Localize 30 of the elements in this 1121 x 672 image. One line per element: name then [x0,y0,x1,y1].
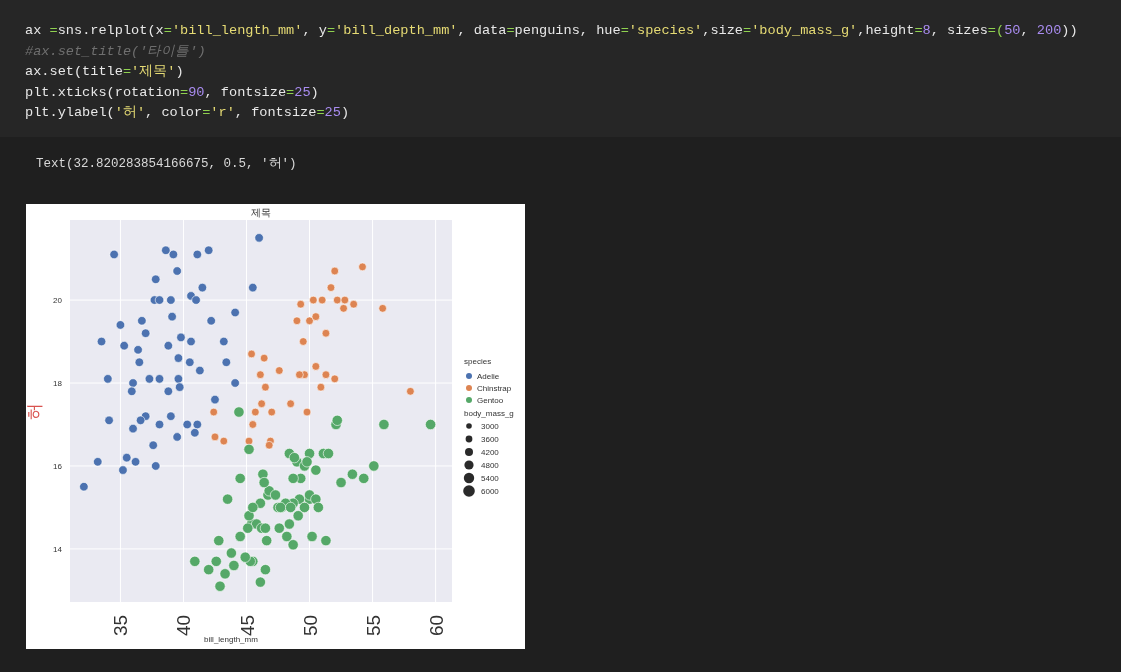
legend-label: 3000 [481,421,499,431]
legend-label: 6000 [481,486,499,496]
legend-label: 4800 [481,460,499,470]
y-tick-label: 14 [53,544,62,554]
chart-title: 제목 [251,206,271,218]
x-tick-label: 45 [236,614,258,636]
code-line: plt.ylabel('허', color='r', fontsize=25) [25,104,350,122]
y-tick-label: 16 [53,461,62,471]
code-line: #ax.set_title('타이틀') [25,42,206,61]
legend-title: species [464,356,492,366]
code-line: plt.xticks(rotation=90, fontsize=25) [25,83,319,102]
code-line: ax =sns.relplot(x='bill_length_mm', y='bill_depth_mm', data=penguins, hue='species',size='body_mass_g',height=8, sizes=(50, 200)) [25,22,1078,40]
legend-label: Adelie [477,371,500,381]
x-tick-label: 35 [110,614,132,636]
legend-label: Chinstrap [477,383,512,393]
x-tick-label: 55 [362,614,384,636]
code-line: ax.set(title='제목') [25,63,184,81]
legend-label: 5400 [481,473,499,483]
legend-label: 3600 [481,434,499,444]
x-axis-label: bill_length_mm [204,634,258,644]
legend-label: Gentoo [477,395,504,405]
x-tick-label: 50 [299,614,321,636]
legend-label: 4200 [481,447,499,457]
y-tick-label: 20 [53,295,62,305]
x-tick-label: 60 [425,614,447,636]
output-text: Text(32.820283854166675, 0.5, '허') [36,156,297,173]
legend-title: body_mass_g [464,408,514,418]
x-tick-label: 40 [173,614,195,636]
y-tick-label: 18 [53,378,62,388]
y-axis-label: 허 [26,402,44,420]
